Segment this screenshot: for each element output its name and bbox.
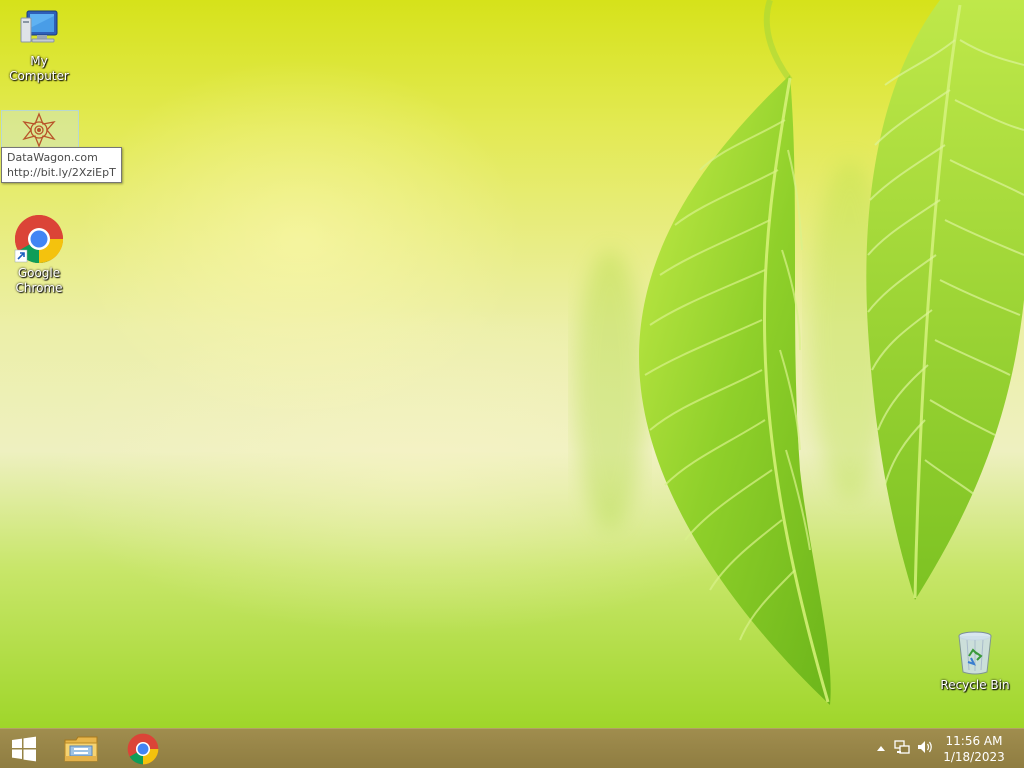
network-button[interactable] — [890, 739, 914, 759]
system-tray — [872, 729, 942, 769]
datawagon-logo-icon — [22, 112, 56, 148]
tooltip-line-2: http://bit.ly/2XziEpT — [7, 166, 116, 179]
desktop-icon-datawagon[interactable] — [0, 110, 79, 150]
desktop: My Computer DataWagon.com http://bit.ly/… — [0, 0, 1024, 728]
recycle-bin-icon — [958, 631, 992, 675]
desktop-icon-google-chrome[interactable]: Google Chrome — [0, 214, 78, 296]
chevron-up-icon — [877, 745, 885, 751]
windows-logo-icon — [12, 736, 36, 762]
clock-date: 1/18/2023 — [943, 750, 1005, 764]
network-icon — [894, 740, 910, 754]
recycle-bin-label: Recycle Bin — [940, 678, 1010, 692]
desktop-icon-my-computer[interactable]: My Computer — [0, 8, 78, 84]
taskbar-google-chrome[interactable] — [118, 729, 168, 769]
computer-icon — [20, 10, 58, 43]
clock-time: 11:56 AM — [945, 734, 1003, 748]
google-chrome-label: Google Chrome — [15, 266, 63, 295]
my-computer-label: My Computer — [9, 54, 69, 83]
taskbar-clock[interactable]: 11:56 AM 1/18/2023 — [938, 733, 1010, 765]
taskbar-file-explorer[interactable] — [56, 729, 106, 769]
file-explorer-icon — [64, 736, 98, 762]
desktop-icon-recycle-bin[interactable]: Recycle Bin — [936, 630, 1014, 693]
wallpaper-leaves — [575, 0, 1024, 705]
volume-icon — [918, 741, 932, 753]
chrome-icon — [14, 215, 64, 264]
tooltip-line-1: DataWagon.com — [7, 151, 98, 164]
desktop-tooltip: DataWagon.com http://bit.ly/2XziEpT — [1, 147, 122, 183]
start-button[interactable] — [0, 729, 48, 769]
volume-button[interactable] — [914, 739, 938, 759]
taskbar: 11:56 AM 1/18/2023 — [0, 728, 1024, 768]
show-hidden-icons-button[interactable] — [872, 744, 890, 755]
chrome-icon — [127, 733, 159, 765]
